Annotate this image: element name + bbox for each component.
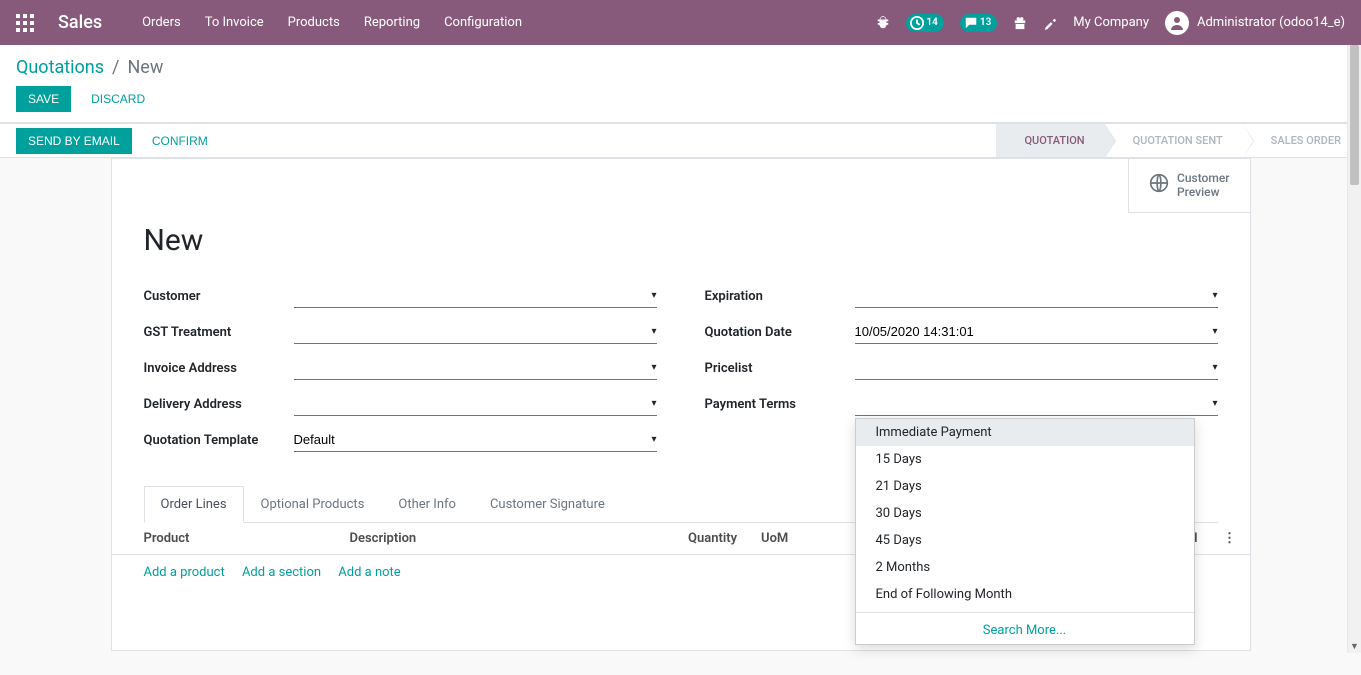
th-quantity: Quantity — [565, 523, 749, 555]
form-group-right: Expiration ▾ Quotation Date ▾ Pricelist … — [705, 282, 1218, 462]
step-sales-order[interactable]: Sales Order — [1243, 124, 1361, 157]
tools-icon[interactable] — [1043, 16, 1057, 30]
save-button[interactable]: Save — [16, 86, 71, 112]
expiration-label: Expiration — [705, 289, 855, 304]
dropdown-search-more[interactable]: Search More... — [856, 617, 1194, 644]
tab-customer-signature[interactable]: Customer Signature — [473, 486, 622, 523]
company-name[interactable]: My Company — [1073, 15, 1149, 30]
th-options-icon[interactable]: ⋮ — [1210, 523, 1250, 555]
add-note-link[interactable]: Add a note — [338, 565, 400, 580]
delivery-address-input[interactable]: ▾ — [294, 392, 657, 416]
th-product: Product — [112, 523, 338, 555]
pricelist-input[interactable]: ▾ — [855, 356, 1218, 380]
step-quotation-sent[interactable]: Quotation Sent — [1105, 124, 1243, 157]
delivery-address-label: Delivery Address — [144, 397, 294, 412]
invoice-address-label: Invoice Address — [144, 361, 294, 376]
nav-reporting[interactable]: Reporting — [364, 15, 420, 30]
add-product-link[interactable]: Add a product — [144, 565, 225, 580]
breadcrumb-root[interactable]: Quotations — [16, 57, 104, 78]
chevron-down-icon: ▾ — [651, 398, 656, 409]
customer-input[interactable]: ▾ — [294, 284, 657, 308]
chevron-down-icon: ▾ — [651, 434, 656, 445]
stat-line1: Customer — [1177, 171, 1229, 185]
activity-counter[interactable]: 14 — [906, 14, 943, 32]
customer-preview-button[interactable]: Customer Preview — [1129, 159, 1249, 212]
dropdown-item-2months[interactable]: 2 Months — [856, 554, 1194, 581]
breadcrumb: Quotations / New — [16, 57, 1345, 78]
nav-orders[interactable]: Orders — [142, 15, 181, 30]
add-section-link[interactable]: Add a section — [242, 565, 321, 580]
expiration-input[interactable]: ▾ — [855, 284, 1218, 308]
dropdown-item-immediate[interactable]: Immediate Payment — [856, 419, 1194, 446]
tab-other-info[interactable]: Other Info — [381, 486, 473, 523]
stat-line2: Preview — [1177, 185, 1229, 199]
main-navbar: Sales Orders To Invoice Products Reporti… — [0, 0, 1361, 45]
status-steps: Quotation Quotation Sent Sales Order — [996, 124, 1361, 157]
chevron-down-icon: ▾ — [651, 326, 656, 337]
discard-button[interactable]: Discard — [79, 86, 157, 112]
user-name: Administrator (odoo14_e) — [1197, 15, 1345, 30]
send-email-button[interactable]: Send by Email — [16, 128, 132, 154]
customer-label: Customer — [144, 289, 294, 304]
scrollbar-thumb[interactable] — [1350, 45, 1359, 185]
form-sheet-bg: Customer Preview New Customer ▾ GST Trea… — [0, 158, 1361, 675]
form-sheet: Customer Preview New Customer ▾ GST Trea… — [111, 158, 1251, 651]
user-menu[interactable]: Administrator (odoo14_e) — [1165, 11, 1345, 35]
invoice-address-input[interactable]: ▾ — [294, 356, 657, 380]
avatar-icon — [1165, 11, 1189, 35]
nav-configuration[interactable]: Configuration — [444, 15, 522, 30]
form-group-left: Customer ▾ GST Treatment ▾ Invoice Addre… — [144, 282, 657, 462]
payment-terms-label: Payment Terms — [705, 397, 855, 412]
dropdown-item-21days[interactable]: 21 Days — [856, 473, 1194, 500]
nav-to-invoice[interactable]: To Invoice — [205, 15, 264, 30]
chevron-down-icon: ▾ — [1212, 290, 1217, 301]
quotation-date-input[interactable]: ▾ — [855, 320, 1218, 344]
template-input[interactable]: ▾ — [294, 428, 657, 452]
form-title: New — [144, 223, 1218, 258]
tab-order-lines[interactable]: Order Lines — [144, 486, 244, 523]
scrollbar-down-icon[interactable]: ▼ — [1348, 639, 1361, 653]
globe-icon — [1149, 173, 1169, 197]
tab-optional-products[interactable]: Optional Products — [244, 486, 382, 523]
breadcrumb-current: New — [127, 57, 163, 78]
scrollbar[interactable]: ▼ — [1347, 45, 1361, 653]
dropdown-separator — [856, 612, 1194, 613]
payment-terms-dropdown: Immediate Payment 15 Days 21 Days 30 Day… — [855, 418, 1195, 645]
statusbar-row: Send by Email Confirm Quotation Quotatio… — [0, 123, 1361, 158]
gst-label: GST Treatment — [144, 325, 294, 340]
button-box: Customer Preview — [1128, 159, 1249, 213]
confirm-button[interactable]: Confirm — [140, 128, 220, 154]
chevron-down-icon: ▾ — [1212, 362, 1217, 373]
messages-count: 13 — [980, 17, 991, 28]
chevron-down-icon: ▾ — [1212, 398, 1217, 409]
th-description: Description — [338, 523, 566, 555]
payment-terms-input[interactable]: ▾ — [855, 392, 1218, 416]
gift-icon[interactable] — [1013, 16, 1027, 30]
brand-title[interactable]: Sales — [58, 12, 102, 33]
chevron-down-icon: ▾ — [1212, 326, 1217, 337]
nav-products[interactable]: Products — [288, 15, 340, 30]
breadcrumb-sep: / — [112, 57, 119, 78]
nav-menu: Orders To Invoice Products Reporting Con… — [142, 15, 522, 30]
dropdown-item-15days[interactable]: 15 Days — [856, 446, 1194, 473]
control-panel: Quotations / New Save Discard — [0, 45, 1361, 123]
step-quotation[interactable]: Quotation — [996, 124, 1104, 157]
pricelist-label: Pricelist — [705, 361, 855, 376]
quotation-date-label: Quotation Date — [705, 325, 855, 340]
dropdown-item-30days[interactable]: 30 Days — [856, 500, 1194, 527]
chevron-down-icon: ▾ — [651, 290, 656, 301]
apps-icon[interactable] — [16, 14, 34, 32]
dropdown-item-45days[interactable]: 45 Days — [856, 527, 1194, 554]
chevron-down-icon: ▾ — [651, 362, 656, 373]
bug-icon[interactable] — [876, 16, 890, 30]
activity-count: 14 — [926, 17, 937, 28]
dropdown-item-eom[interactable]: End of Following Month — [856, 581, 1194, 608]
gst-input[interactable]: ▾ — [294, 320, 657, 344]
template-label: Quotation Template — [144, 433, 294, 448]
messages-counter[interactable]: 13 — [960, 14, 997, 32]
